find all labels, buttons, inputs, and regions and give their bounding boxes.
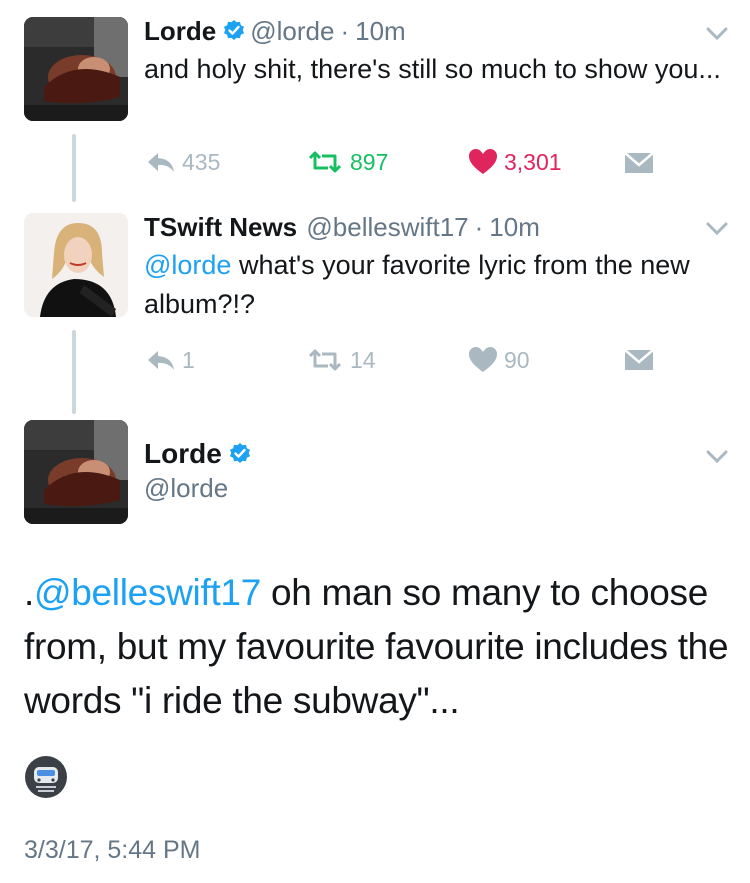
direct-message-button[interactable] [624,349,654,376]
retweet-button[interactable]: 14 [306,344,376,376]
lorde-avatar[interactable] [24,17,128,121]
tweet-header: TSwift News @belleswift17 · 10m [144,210,540,244]
direct-message-button[interactable] [624,152,654,179]
author-handle[interactable]: @lorde [250,16,334,46]
metro-icon [24,755,68,804]
reply-button[interactable]: 1 [146,344,195,376]
tweet-time[interactable]: 10m [489,212,540,242]
mention-link[interactable]: @belleswift17 [34,572,261,613]
reply-icon [148,153,174,172]
more-options-chevron-down-icon[interactable] [706,27,728,46]
tweet-text: and holy shit, there's still so much to … [144,54,721,84]
heart-icon [469,347,497,372]
retweet-icon [308,151,342,173]
thread-connector [72,134,76,202]
more-options-chevron-down-icon[interactable] [706,450,728,469]
focus-tweet-name-row: Lorde [144,437,256,471]
verified-badge-icon [228,440,252,464]
tweet-time[interactable]: 10m [355,16,406,46]
tweet-header: Lorde @lorde · 10m [144,14,406,48]
like-button[interactable]: 90 [468,344,530,376]
reply-count: 435 [182,148,221,175]
author-name[interactable]: TSwift News [144,212,297,242]
lorde-avatar[interactable] [24,420,128,524]
reply-count: 1 [182,346,195,373]
envelope-icon [624,152,654,173]
reply-icon [148,351,174,370]
reply-button[interactable]: 435 [146,146,220,178]
author-handle[interactable]: @lorde [144,473,228,504]
retweet-icon [308,349,342,371]
author-name[interactable]: Lorde [144,438,222,469]
separator-dot: · [340,16,350,46]
retweet-count: 897 [350,148,389,175]
separator-dot: · [474,212,484,242]
author-name[interactable]: Lorde [144,16,216,46]
tweet-text: @lorde what's your favorite lyric from t… [144,246,734,324]
retweet-button[interactable]: 897 [306,146,388,178]
thread-connector [72,330,76,414]
like-count: 90 [504,346,530,373]
mention-link[interactable]: @lorde [144,250,231,280]
envelope-icon [624,349,654,370]
author-handle[interactable]: @belleswift17 [306,212,468,242]
retweet-count: 14 [350,346,376,373]
like-count: 3,301 [504,148,562,175]
tswift-news-avatar[interactable] [24,213,128,317]
like-button[interactable]: 3,301 [468,146,562,178]
text-prefix: . [24,572,34,613]
focus-tweet-text: .@belleswift17 oh man so many to choose … [24,566,736,728]
verified-badge-icon [222,17,246,41]
heart-icon [469,149,497,174]
tweet-timestamp[interactable]: 3/3/17, 5:44 PM [24,836,201,865]
more-options-chevron-down-icon[interactable] [706,222,728,241]
